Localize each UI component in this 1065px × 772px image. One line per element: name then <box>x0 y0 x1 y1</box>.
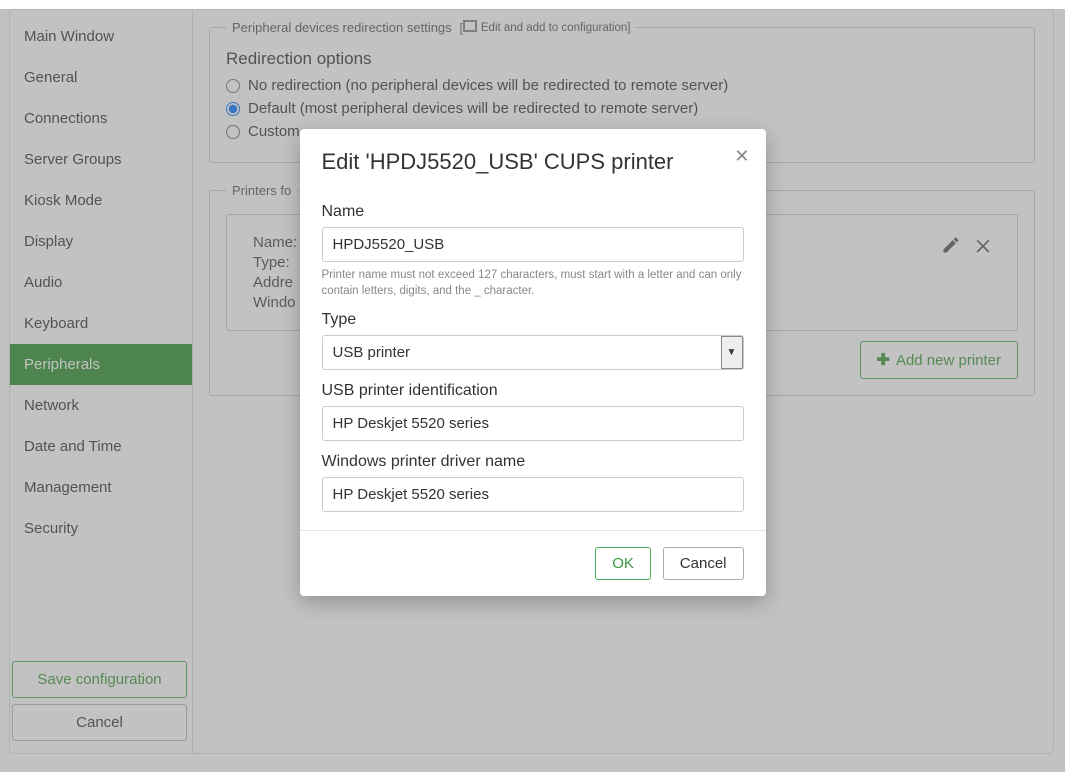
win-driver-label: Windows printer driver name <box>322 453 744 471</box>
type-label: Type <box>322 311 744 329</box>
printer-type-select[interactable]: USB printer <box>322 335 744 370</box>
modal-close-icon[interactable]: ✕ <box>734 147 749 165</box>
edit-printer-modal: Edit 'HPDJ5520_USB' CUPS printer ✕ Name … <box>300 129 766 596</box>
usb-id-label: USB printer identification <box>322 382 744 400</box>
usb-identification-input[interactable] <box>322 406 744 441</box>
modal-title: Edit 'HPDJ5520_USB' CUPS printer <box>322 149 744 175</box>
windows-driver-input[interactable] <box>322 477 744 512</box>
name-label: Name <box>322 203 744 221</box>
modal-cancel-button[interactable]: Cancel <box>663 547 744 580</box>
printer-name-input[interactable] <box>322 227 744 262</box>
modal-ok-button[interactable]: OK <box>595 547 651 580</box>
name-helper-text: Printer name must not exceed 127 charact… <box>322 268 744 299</box>
